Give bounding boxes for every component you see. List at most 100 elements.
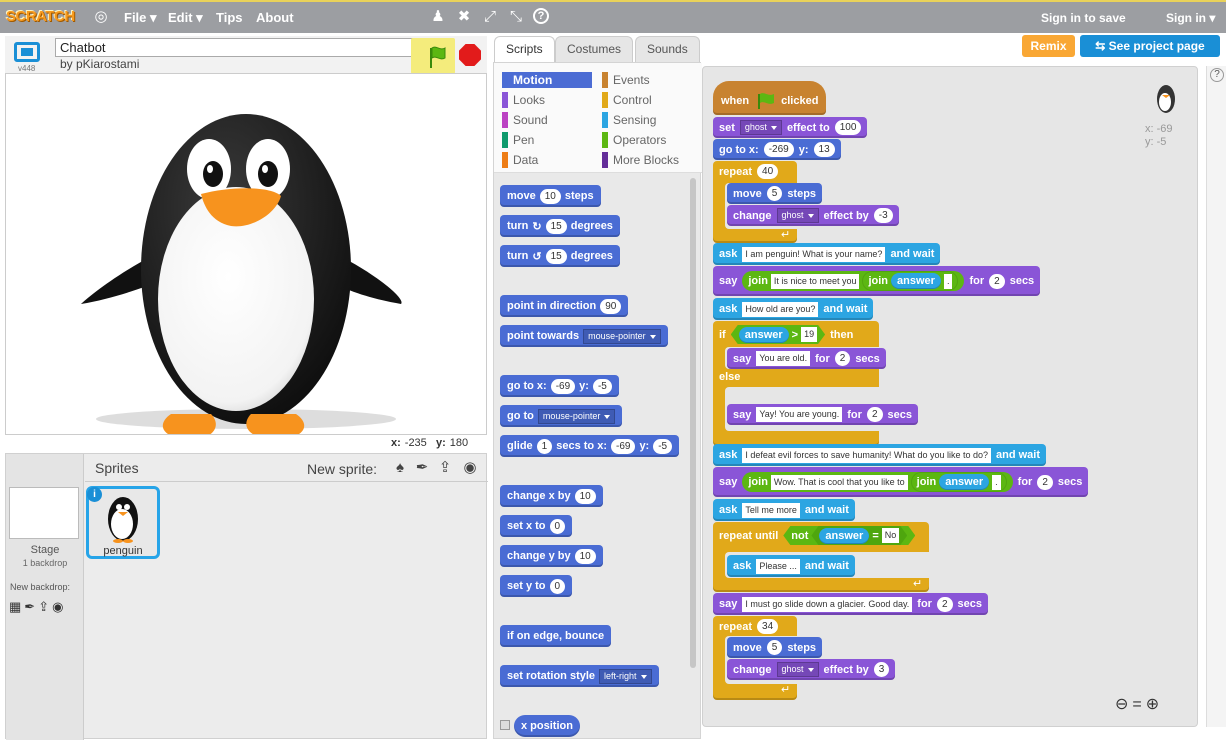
switch-icon: ⇆ xyxy=(1095,39,1106,53)
camera-icon[interactable]: ◉ xyxy=(52,599,66,614)
block-point-in-direction[interactable]: point in direction 90 xyxy=(500,295,629,317)
menu-about[interactable]: About xyxy=(256,10,294,25)
shrink-icon[interactable]: ⤡ xyxy=(507,8,525,26)
category-more-blocks[interactable]: More Blocks xyxy=(602,152,679,168)
penguin-sprite[interactable] xyxy=(6,74,486,434)
block-set-x[interactable]: set x to 0 xyxy=(500,515,573,537)
project-title-input[interactable]: Chatbot xyxy=(55,38,417,57)
editor-tabs: Scripts Costumes Sounds xyxy=(492,34,702,62)
block-ask-tell-more[interactable]: ask Tell me more and wait xyxy=(713,499,855,521)
menu-edit[interactable]: Edit ▾ xyxy=(168,10,203,26)
stage-thumbnail[interactable] xyxy=(9,487,79,539)
category-list: Motion Looks Sound Pen Data Events Contr… xyxy=(494,63,702,173)
sprite-thumbnail-penguin[interactable]: i penguin xyxy=(86,486,160,559)
block-change-ghost-effect[interactable]: change ghost effect by -3 xyxy=(727,205,899,226)
block-point-towards[interactable]: point towards mouse-pointer xyxy=(500,325,668,347)
block-ask-hobby[interactable]: ask I defeat evil forces to save humanity… xyxy=(713,444,1047,466)
block-say-join-hobby[interactable]: say join Wow. That is cool that you like … xyxy=(713,467,1089,497)
paint-brush-icon[interactable]: ✒ xyxy=(413,459,431,477)
sign-in-link[interactable]: Sign in ▾ xyxy=(1166,11,1215,25)
zoom-in-icon[interactable]: ⊕ xyxy=(1146,696,1163,713)
upload-icon[interactable]: ⇪ xyxy=(436,459,454,477)
sprites-header: Sprites New sprite: ♠ ✒ ⇪ ◉ xyxy=(85,454,488,482)
upload-icon[interactable]: ⇪ xyxy=(38,599,52,614)
category-control[interactable]: Control xyxy=(602,92,652,108)
block-ask-please[interactable]: ask Please ... and wait xyxy=(727,555,855,577)
green-flag-button[interactable] xyxy=(411,38,455,74)
paint-library-icon[interactable]: ▦ xyxy=(9,599,24,614)
block-go-to-xy[interactable]: go to x: -269 y: 13 xyxy=(713,139,841,160)
duplicate-icon[interactable]: ♟ xyxy=(429,8,447,26)
block-change-ghost-effect-2[interactable]: change ghost effect by 3 xyxy=(727,659,896,680)
mouse-coordinates: x: -235 y: 180 xyxy=(391,437,469,449)
menu-file[interactable]: File ▾ xyxy=(124,10,157,26)
help-icon[interactable]: ? xyxy=(1210,68,1224,82)
tab-costumes[interactable]: Costumes xyxy=(555,36,634,62)
zoom-reset-icon[interactable]: = xyxy=(1132,696,1145,713)
block-when-flag-clicked[interactable]: when clicked xyxy=(713,81,827,115)
tab-sounds[interactable]: Sounds xyxy=(635,36,700,62)
sprite-position: x: -69 y: -5 xyxy=(1145,123,1173,148)
category-sensing[interactable]: Sensing xyxy=(602,112,656,128)
block-glide[interactable]: glide 1 secs to x: -69 y: -5 xyxy=(500,435,680,457)
sign-in-to-save-link[interactable]: Sign in to save xyxy=(1041,11,1126,25)
block-move-steps-2[interactable]: move 5 steps xyxy=(727,637,823,658)
block-ask-name[interactable]: ask I am penguin! What is your name? and w… xyxy=(713,243,941,265)
stage-canvas[interactable] xyxy=(5,73,487,435)
block-say-join-name[interactable]: say join It is nice to meet you join answe… xyxy=(713,266,1041,296)
block-move-steps[interactable]: move 10 steps xyxy=(500,185,601,207)
fullscreen-icon[interactable] xyxy=(14,42,40,62)
x-position-checkbox[interactable] xyxy=(500,720,510,730)
remix-button[interactable]: Remix xyxy=(1022,35,1075,57)
stage-header: v448 Chatbot by pKiarostami xyxy=(5,36,487,74)
block-say-goodbye[interactable]: say I must go slide down a glacier. Good … xyxy=(713,593,989,615)
block-say-old[interactable]: say You are old. for 2 secs xyxy=(727,348,886,369)
category-operators[interactable]: Operators xyxy=(602,132,666,148)
scripts-area[interactable]: x: -69 y: -5 when clicked set ghost effect… xyxy=(702,66,1198,727)
see-project-page-button[interactable]: ⇆ See project page xyxy=(1080,35,1220,57)
penguin-thumbnail-image xyxy=(108,497,138,543)
block-set-rotation-style[interactable]: set rotation style left-right xyxy=(500,665,659,687)
category-sound[interactable]: Sound xyxy=(502,112,548,128)
block-change-y[interactable]: change y by 10 xyxy=(500,545,603,567)
help-icon[interactable]: ? xyxy=(533,8,549,24)
palette-scrollbar[interactable] xyxy=(690,178,696,668)
globe-icon[interactable]: ◎ xyxy=(92,8,110,26)
block-repeat-34[interactable]: repeat 34 ↵ xyxy=(713,616,797,700)
stop-button[interactable] xyxy=(459,44,481,66)
new-sprite-label: New sprite: xyxy=(307,461,378,477)
category-motion[interactable]: Motion xyxy=(502,72,592,88)
paint-brush-icon[interactable]: ✒ xyxy=(24,599,38,614)
project-author: by pKiarostami xyxy=(60,57,140,71)
block-set-y[interactable]: set y to 0 xyxy=(500,575,573,597)
camera-icon[interactable]: ◉ xyxy=(461,459,479,477)
version-label: v448 xyxy=(18,64,36,73)
block-change-x[interactable]: change x by 10 xyxy=(500,485,603,507)
block-if-on-edge-bounce[interactable]: if on edge, bounce xyxy=(500,625,612,647)
sprite-name: penguin xyxy=(103,545,143,557)
loop-arrow-icon: ↵ xyxy=(781,684,791,696)
zoom-out-icon[interactable]: ⊖ xyxy=(1115,696,1132,713)
block-turn-right[interactable]: turn ↻ 15 degrees xyxy=(500,215,620,237)
tab-scripts[interactable]: Scripts xyxy=(494,36,555,62)
category-looks[interactable]: Looks xyxy=(502,92,545,108)
grow-icon[interactable]: ⤢ xyxy=(481,8,499,26)
reporter-x-position[interactable]: x position xyxy=(514,715,580,737)
delete-icon[interactable]: ✖ xyxy=(455,8,473,26)
block-set-ghost-effect[interactable]: set ghost effect to 100 xyxy=(713,117,868,138)
category-data[interactable]: Data xyxy=(502,152,538,168)
category-pen[interactable]: Pen xyxy=(502,132,534,148)
scripts-scrollbar[interactable]: ? xyxy=(1206,66,1226,727)
block-say-young[interactable]: say Yay! You are young. for 2 secs xyxy=(727,404,918,425)
menu-tips[interactable]: Tips xyxy=(216,10,243,25)
block-go-to[interactable]: go to mouse-pointer xyxy=(500,405,623,427)
block-move-steps[interactable]: move 5 steps xyxy=(727,183,823,204)
scratch-logo[interactable]: SCRATCH xyxy=(6,8,75,25)
block-turn-left[interactable]: turn ↺ 15 degrees xyxy=(500,245,620,267)
new-backdrop-label: New backdrop: xyxy=(10,582,71,592)
block-go-to-xy[interactable]: go to x: -69 y: -5 xyxy=(500,375,619,397)
block-ask-age[interactable]: ask How old are you? and wait xyxy=(713,298,874,320)
sprite-library-icon[interactable]: ♠ xyxy=(391,459,409,477)
block-if-else[interactable]: if answer >19 then else xyxy=(713,321,879,446)
category-events[interactable]: Events xyxy=(602,72,650,88)
